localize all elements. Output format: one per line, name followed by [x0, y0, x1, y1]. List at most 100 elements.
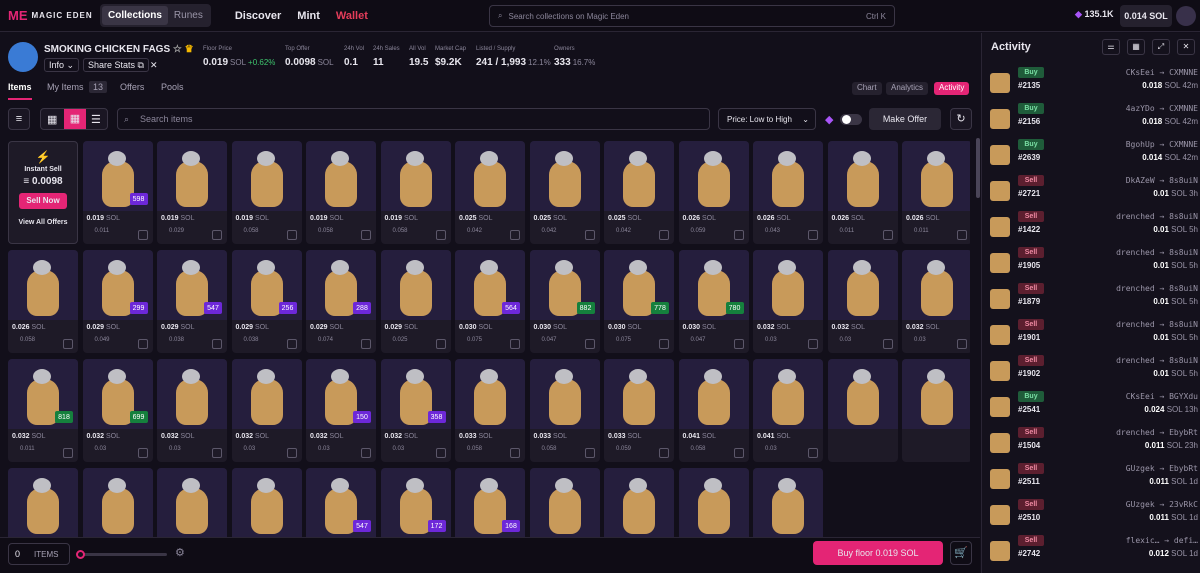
item-card[interactable]: 0.032 SOL 0.03	[157, 359, 227, 462]
star-icon[interactable]: ☆	[173, 44, 182, 55]
item-card[interactable]: 0.032 SOL 0.03	[231, 359, 302, 462]
select-checkbox[interactable]	[63, 448, 73, 458]
activity-item-number[interactable]: #2721	[1018, 189, 1040, 198]
activity-item-number[interactable]: #2510	[1018, 513, 1040, 522]
tab-analytics[interactable]: Analytics	[886, 82, 929, 95]
item-card[interactable]: 0.026 SOL 0.011	[902, 141, 970, 244]
item-card[interactable]: 0.032 SOL 0.03	[902, 250, 970, 353]
make-offer-button[interactable]: Make Offer	[869, 108, 941, 130]
activity-row[interactable]: Sell #1504 drenched → EbybRt 0.011 SOL 2…	[990, 425, 1200, 461]
select-checkbox[interactable]	[808, 339, 818, 349]
grid-large-icon[interactable]: ▦	[47, 113, 57, 126]
item-card[interactable]: 780 0.030 SOL 0.047	[678, 250, 749, 353]
points-balance[interactable]: ◆ 135.1K	[1075, 9, 1113, 20]
item-card[interactable]: 778 0.030 SOL 0.075	[604, 250, 674, 353]
sort-select[interactable]: Price: Low to High ⌄	[718, 108, 816, 130]
item-card[interactable]: 0.019 SOL 0.058	[306, 141, 376, 244]
item-card[interactable]: 172	[380, 468, 451, 537]
item-card[interactable]: 547	[306, 468, 376, 537]
select-checkbox[interactable]	[584, 230, 595, 240]
activity-row[interactable]: Sell #2721 DkAZeW → 8s8uiN 0.01 SOL 3h	[990, 173, 1200, 209]
select-checkbox[interactable]	[733, 230, 744, 240]
activity-filter-button[interactable]: ⚌	[1102, 39, 1120, 55]
item-card[interactable]	[827, 359, 898, 462]
select-checkbox[interactable]	[659, 230, 669, 240]
tab-activity[interactable]: Activity	[934, 82, 970, 95]
select-checkbox[interactable]	[957, 339, 967, 349]
item-card[interactable]: 299 0.029 SOL 0.049	[82, 250, 153, 353]
nav-mint[interactable]: Mint	[297, 10, 320, 22]
item-card[interactable]: 0.025 SOL 0.042	[529, 141, 600, 244]
activity-item-number[interactable]: #2511	[1018, 477, 1040, 486]
item-card[interactable]: 0.033 SOL 0.058	[529, 359, 600, 462]
select-checkbox[interactable]	[733, 339, 744, 349]
item-card[interactable]: 168	[455, 468, 525, 537]
seg-collections[interactable]: Collections	[102, 6, 168, 25]
item-card[interactable]: 699 0.032 SOL 0.03	[82, 359, 153, 462]
select-checkbox[interactable]	[808, 230, 818, 240]
select-checkbox[interactable]	[435, 230, 446, 240]
list-icon[interactable]: ☰	[91, 113, 101, 126]
select-checkbox[interactable]	[286, 339, 297, 349]
activity-item-number[interactable]: #2135	[1018, 81, 1040, 90]
activity-item-number[interactable]: #1902	[1018, 369, 1040, 378]
select-checkbox[interactable]	[212, 448, 222, 458]
nav-wallet[interactable]: Wallet	[336, 10, 368, 22]
item-card[interactable]: 0.033 SOL 0.059	[604, 359, 674, 462]
item-card[interactable]: 598 0.019 SOL 0.011	[82, 141, 153, 244]
item-card[interactable]: 0.019 SOL 0.058	[380, 141, 451, 244]
view-all-offers-link[interactable]: View All Offers	[9, 219, 77, 226]
select-checkbox[interactable]	[435, 448, 446, 458]
tab-chart[interactable]: Chart	[852, 82, 882, 95]
select-checkbox[interactable]	[733, 448, 744, 458]
activity-item-number[interactable]: #2742	[1018, 549, 1040, 558]
item-card[interactable]	[82, 468, 153, 537]
item-card[interactable]: 358 0.032 SOL 0.03	[380, 359, 451, 462]
item-card[interactable]	[902, 359, 970, 462]
brand-logo[interactable]: ME MAGIC EDEN	[8, 8, 100, 23]
activity-item-number[interactable]: #2156	[1018, 117, 1040, 126]
select-checkbox[interactable]	[808, 448, 818, 458]
select-checkbox[interactable]	[137, 339, 148, 349]
activity-row[interactable]: Buy #2639 BgohUp → CXMNNE 0.014 SOL 42m	[990, 137, 1200, 173]
item-card[interactable]: 0.032 SOL 0.03	[753, 250, 823, 353]
select-checkbox[interactable]	[510, 230, 520, 240]
item-card[interactable]: 818 0.032 SOL 0.011	[8, 359, 78, 462]
items-search-input[interactable]: ⌕ Search items	[117, 108, 710, 130]
tab-offers[interactable]: Offers	[120, 82, 144, 92]
item-card[interactable]: 288 0.029 SOL 0.074	[306, 250, 376, 353]
item-card[interactable]: 547 0.029 SOL 0.038	[157, 250, 227, 353]
item-card[interactable]	[753, 468, 823, 537]
global-search-input[interactable]: ⌕ Search collections on Magic Eden Ctrl …	[489, 5, 895, 27]
expand-button[interactable]: ⤢	[1152, 39, 1170, 55]
item-card[interactable]: 256 0.029 SOL 0.038	[231, 250, 302, 353]
activity-row[interactable]: Buy #2135 CKsEei → CXMNNE 0.018 SOL 42m	[990, 65, 1200, 101]
activity-row[interactable]: Sell #1422 drenched → 8s8uiN 0.01 SOL 5h	[990, 209, 1200, 245]
select-checkbox[interactable]	[212, 339, 222, 349]
item-card[interactable]	[604, 468, 674, 537]
tab-items[interactable]: Items	[8, 82, 32, 100]
cart-button[interactable]: 🛒	[950, 541, 972, 565]
item-card[interactable]	[529, 468, 600, 537]
item-card[interactable]	[157, 468, 227, 537]
x-icon[interactable]: ✕	[150, 60, 158, 71]
select-checkbox[interactable]	[584, 448, 595, 458]
select-checkbox[interactable]	[882, 230, 893, 240]
activity-row[interactable]: Sell #2510 GUzgek → 23vRkC 0.011 SOL 1d	[990, 497, 1200, 533]
activity-row[interactable]: Buy #2156 4azYDo → CXMNNE 0.018 SOL 42m	[990, 101, 1200, 137]
activity-row[interactable]: Sell #1902 drenched → 8s8uiN 0.01 SOL 5h	[990, 353, 1200, 389]
nav-discover[interactable]: Discover	[235, 10, 281, 22]
select-checkbox[interactable]	[435, 339, 446, 349]
activity-row[interactable]: Sell #2511 GUzgek → EbybRt 0.011 SOL 1d	[990, 461, 1200, 497]
item-card[interactable]: 0.026 SOL 0.059	[678, 141, 749, 244]
activity-row[interactable]: Sell #1879 drenched → 8s8uiN 0.01 SOL 5h	[990, 281, 1200, 317]
activity-item-number[interactable]: #1879	[1018, 297, 1040, 306]
select-checkbox[interactable]	[957, 230, 967, 240]
item-card[interactable]: 0.032 SOL 0.03	[827, 250, 898, 353]
item-card[interactable]: 0.041 SOL 0.03	[753, 359, 823, 462]
activity-item-number[interactable]: #1905	[1018, 261, 1040, 270]
seg-runes[interactable]: Runes	[168, 6, 209, 25]
select-checkbox[interactable]	[361, 339, 371, 349]
select-checkbox[interactable]	[659, 448, 669, 458]
close-panel-button[interactable]: ✕	[1177, 39, 1195, 55]
